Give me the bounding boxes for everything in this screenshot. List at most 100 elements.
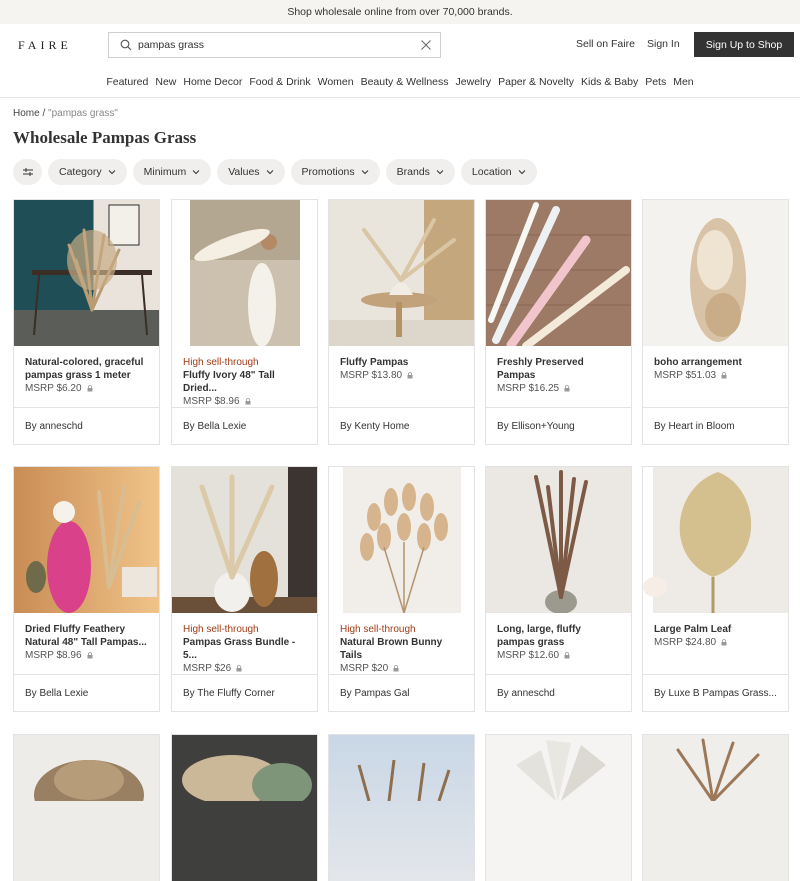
- product-image[interactable]: [172, 735, 317, 881]
- product-card[interactable]: Long, large, fluffy pampas grass MSRP $1…: [485, 466, 632, 712]
- product-name[interactable]: Freshly Preserved Pampas: [497, 356, 620, 382]
- nav-item-jewelry[interactable]: Jewelry: [452, 76, 495, 88]
- sell-on-faire-link[interactable]: Sell on Faire: [576, 38, 635, 50]
- search-input[interactable]: [138, 39, 420, 51]
- nav-item-paper-novelty[interactable]: Paper & Novelty: [495, 76, 578, 88]
- product-info: High sell-through Natural Brown Bunny Ta…: [329, 613, 474, 675]
- product-name[interactable]: Natural-colored, graceful pampas grass 1…: [25, 356, 148, 382]
- msrp-value: MSRP $51.03: [654, 370, 717, 381]
- msrp-value: MSRP $8.96: [25, 650, 82, 661]
- product-msrp: MSRP $12.60: [497, 649, 620, 662]
- product-info: Long, large, fluffy pampas grass MSRP $1…: [486, 613, 631, 675]
- chevron-down-icon: [361, 170, 368, 175]
- nav-item-new[interactable]: New: [152, 76, 180, 88]
- brand-link[interactable]: By anneschd: [14, 408, 159, 444]
- product-msrp: MSRP $24.80: [654, 636, 777, 649]
- filter-label: Category: [59, 166, 102, 178]
- product-name[interactable]: boho arrangement: [654, 356, 777, 369]
- product-image[interactable]: [486, 200, 631, 346]
- lock-icon: [245, 398, 251, 405]
- brand-link[interactable]: By Kenty Home: [329, 408, 474, 444]
- brand-link[interactable]: By anneschd: [486, 675, 631, 711]
- nav-item-kids-baby[interactable]: Kids & Baby: [578, 76, 642, 88]
- chevron-down-icon: [266, 170, 273, 175]
- brand-link[interactable]: By Luxe B Pampas Grass...: [643, 675, 788, 711]
- product-image[interactable]: [486, 467, 631, 613]
- product-image[interactable]: [14, 200, 159, 346]
- sign-in-link[interactable]: Sign In: [647, 38, 680, 50]
- product-image[interactable]: [486, 735, 631, 881]
- brand-link[interactable]: By Bella Lexie: [172, 408, 317, 444]
- product-image[interactable]: [14, 735, 159, 881]
- product-card[interactable]: Dried Fluffy Feathery Natural 48" Tall P…: [13, 466, 160, 712]
- promo-banner: Shop wholesale online from over 70,000 b…: [0, 0, 800, 24]
- product-card[interactable]: [328, 734, 475, 881]
- product-image[interactable]: [329, 200, 474, 346]
- product-image[interactable]: [643, 467, 788, 613]
- clear-search-icon[interactable]: [420, 39, 432, 51]
- product-msrp: MSRP $6.20: [25, 382, 148, 395]
- product-card[interactable]: [642, 734, 789, 881]
- brand-link[interactable]: By Pampas Gal: [329, 675, 474, 711]
- product-card[interactable]: [485, 734, 632, 881]
- product-image[interactable]: [172, 467, 317, 613]
- filter-promotions[interactable]: Promotions: [290, 159, 380, 185]
- brand-link[interactable]: By Bella Lexie: [14, 675, 159, 711]
- chevron-down-icon: [436, 170, 444, 175]
- product-image[interactable]: [643, 200, 788, 346]
- msrp-value: MSRP $16.25: [497, 383, 560, 394]
- filter-category[interactable]: Category: [48, 159, 127, 185]
- nav-item-women[interactable]: Women: [314, 76, 357, 88]
- filter-brands[interactable]: Brands: [385, 159, 455, 185]
- product-card[interactable]: boho arrangement MSRP $51.03 By Heart in…: [642, 199, 789, 445]
- product-name[interactable]: Fluffy Ivory 48" Tall Dried...: [183, 369, 306, 395]
- product-card[interactable]: High sell-through Natural Brown Bunny Ta…: [328, 466, 475, 712]
- nav-item-featured[interactable]: Featured: [103, 76, 152, 88]
- sign-up-button[interactable]: Sign Up to Shop: [694, 32, 794, 57]
- product-badge: High sell-through: [340, 624, 416, 635]
- filter-label: Location: [471, 166, 512, 178]
- lock-icon: [721, 372, 727, 379]
- product-card[interactable]: [13, 734, 160, 881]
- product-name[interactable]: Fluffy Pampas: [340, 356, 463, 369]
- lock-icon: [87, 652, 93, 659]
- filter-values[interactable]: Values: [217, 159, 285, 185]
- product-image[interactable]: [329, 735, 474, 881]
- search-box[interactable]: [108, 32, 441, 58]
- product-card[interactable]: Large Palm Leaf MSRP $24.80 By Luxe B Pa…: [642, 466, 789, 712]
- product-image[interactable]: [643, 735, 788, 881]
- product-image[interactable]: [329, 467, 474, 613]
- filter-location[interactable]: Location: [460, 159, 537, 185]
- promo-banner-text: Shop wholesale online from over 70,000 b…: [287, 6, 513, 18]
- product-image[interactable]: [172, 200, 317, 346]
- product-name[interactable]: Dried Fluffy Feathery Natural 48" Tall P…: [25, 623, 148, 649]
- product-card[interactable]: High sell-through Pampas Grass Bundle - …: [171, 466, 318, 712]
- product-card[interactable]: Natural-colored, graceful pampas grass 1…: [13, 199, 160, 445]
- filter-minimum[interactable]: Minimum: [132, 159, 212, 185]
- nav-item-men[interactable]: Men: [670, 76, 697, 88]
- brand-link[interactable]: By Heart in Bloom: [643, 408, 788, 444]
- lock-icon: [393, 665, 399, 672]
- search-icon: [120, 39, 132, 51]
- msrp-value: MSRP $13.80: [340, 370, 403, 381]
- product-name[interactable]: Large Palm Leaf: [654, 623, 777, 636]
- product-name[interactable]: Long, large, fluffy pampas grass: [497, 623, 620, 649]
- breadcrumb: Home / "pampas grass": [13, 108, 118, 119]
- product-card[interactable]: Freshly Preserved Pampas MSRP $16.25 By …: [485, 199, 632, 445]
- nav-item-pets[interactable]: Pets: [642, 76, 670, 88]
- faire-logo[interactable]: FAIRE: [18, 38, 72, 53]
- breadcrumb-home[interactable]: Home: [13, 108, 40, 119]
- nav-item-food-drink[interactable]: Food & Drink: [246, 76, 314, 88]
- product-name[interactable]: Natural Brown Bunny Tails: [340, 636, 463, 662]
- product-card[interactable]: Fluffy Pampas MSRP $13.80 By Kenty Home: [328, 199, 475, 445]
- product-name[interactable]: Pampas Grass Bundle - 5...: [183, 636, 306, 662]
- product-card[interactable]: [171, 734, 318, 881]
- product-image[interactable]: [14, 467, 159, 613]
- nav-item-beauty-wellness[interactable]: Beauty & Wellness: [357, 76, 452, 88]
- nav-item-home-decor[interactable]: Home Decor: [180, 76, 246, 88]
- brand-link[interactable]: By Ellison+Young: [486, 408, 631, 444]
- brand-link[interactable]: By The Fluffy Corner: [172, 675, 317, 711]
- msrp-value: MSRP $6.20: [25, 383, 82, 394]
- filter-settings-button[interactable]: [13, 159, 42, 185]
- product-card[interactable]: High sell-through Fluffy Ivory 48" Tall …: [171, 199, 318, 445]
